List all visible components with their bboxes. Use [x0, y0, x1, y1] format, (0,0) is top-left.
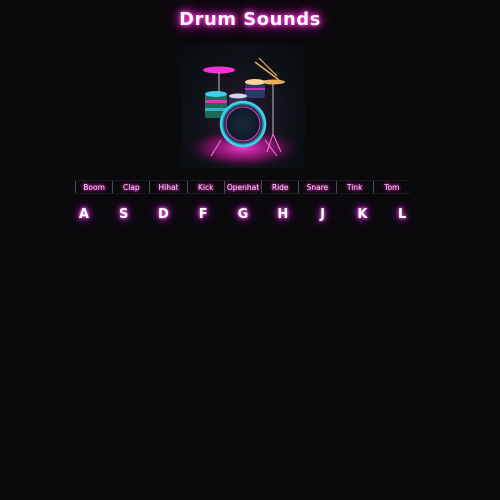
sound-button-kick[interactable]: Kick	[186, 181, 224, 193]
page-title: Drum Sounds	[179, 9, 321, 30]
key-h[interactable]: H	[263, 204, 303, 226]
key-g[interactable]: G	[223, 204, 263, 226]
drum-kit-image	[181, 44, 305, 168]
sound-button-hihat[interactable]: Hihat	[149, 181, 186, 193]
sound-button-boom[interactable]: Boom	[75, 181, 112, 193]
sound-button-ride[interactable]: Ride	[261, 181, 298, 193]
sound-buttons: Boom Clap Hihat Kick Openhat Ride Snare …	[75, 180, 410, 194]
key-s[interactable]: S	[104, 204, 144, 226]
sound-button-snare[interactable]: Snare	[298, 181, 335, 193]
key-j[interactable]: J	[303, 204, 343, 226]
key-l[interactable]: L	[382, 204, 422, 226]
sound-button-openhat[interactable]: Openhat	[223, 181, 261, 193]
key-k[interactable]: K	[342, 204, 382, 226]
sound-button-tink[interactable]: Tink	[335, 181, 373, 193]
sound-button-clap[interactable]: Clap	[112, 181, 149, 193]
sound-button-tom[interactable]: Tom	[372, 181, 410, 193]
key-letters: A S D F G H J K L	[64, 204, 422, 226]
key-a[interactable]: A	[64, 204, 104, 226]
key-f[interactable]: F	[183, 204, 223, 226]
drum-app: Drum Sounds Boom Clap Hihat Kick Openhat…	[0, 0, 500, 500]
key-d[interactable]: D	[144, 204, 184, 226]
